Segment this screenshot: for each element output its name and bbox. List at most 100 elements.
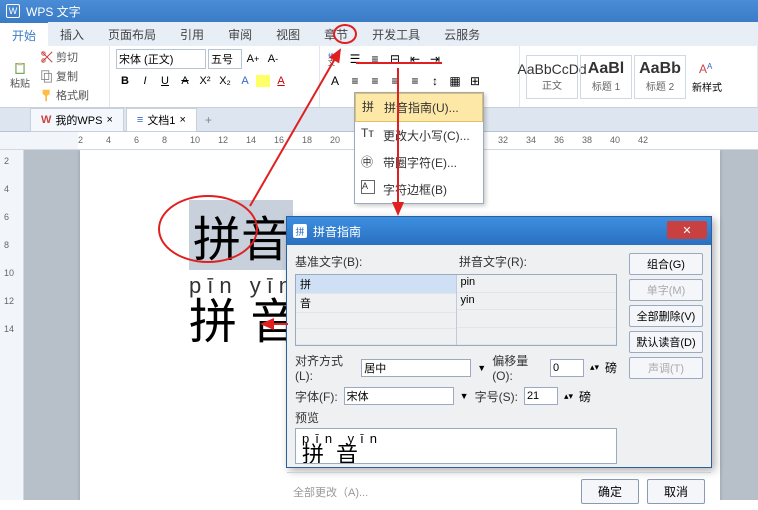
tab-view[interactable]: 视图 bbox=[264, 22, 312, 47]
tab-cloud[interactable]: 云服务 bbox=[432, 22, 492, 47]
close-icon[interactable]: × bbox=[179, 114, 185, 126]
offset-input[interactable] bbox=[550, 359, 584, 377]
table-cell-base[interactable] bbox=[296, 313, 456, 329]
svg-text:A: A bbox=[699, 62, 707, 76]
bold-button[interactable]: B bbox=[116, 72, 134, 90]
pinyin-table[interactable]: 拼 音 pin yin bbox=[295, 274, 617, 346]
menu-char-border[interactable]: A字符边框(B) bbox=[355, 176, 483, 203]
hanzi-line: 拼 音 bbox=[189, 299, 298, 347]
grow-font-button[interactable]: A+ bbox=[244, 50, 262, 68]
menu-change-case[interactable]: Tт更改大小写(C)... bbox=[355, 122, 483, 149]
svg-text:拼: 拼 bbox=[328, 52, 334, 60]
align-label: 对齐方式(L): bbox=[295, 352, 355, 383]
line-spacing-button[interactable]: ↕ bbox=[426, 72, 444, 90]
style-heading1[interactable]: AaBl标题 1 bbox=[580, 55, 632, 99]
dialog-title: 拼音指南 bbox=[313, 223, 361, 240]
underline-button[interactable]: U bbox=[156, 72, 174, 90]
ok-button[interactable]: 确定 bbox=[581, 479, 639, 504]
dialog-close-button[interactable]: ✕ bbox=[667, 221, 707, 239]
strike-button[interactable]: A bbox=[176, 72, 194, 90]
char-border-button[interactable]: A bbox=[326, 72, 344, 90]
tab-start[interactable]: 开始 bbox=[0, 21, 48, 48]
table-cell-pinyin[interactable] bbox=[457, 310, 617, 328]
style-normal[interactable]: AaBbCcDd正文 bbox=[526, 55, 578, 99]
default-reading-button[interactable]: 默认读音(D) bbox=[629, 331, 703, 353]
font-label: 字体(F): bbox=[295, 388, 338, 405]
text-effect-button[interactable]: A bbox=[236, 72, 254, 90]
offset-label: 偏移量(O): bbox=[492, 352, 544, 383]
clipboard-icon bbox=[13, 62, 27, 75]
copy-button[interactable]: 复制 bbox=[38, 67, 91, 85]
tab-chapter[interactable]: 章节 bbox=[312, 22, 360, 47]
table-cell-pinyin[interactable]: yin bbox=[457, 293, 617, 311]
numbering-button[interactable]: ≡ bbox=[366, 50, 384, 68]
case-icon: Tт bbox=[361, 126, 375, 140]
dialog-titlebar[interactable]: 拼 拼音指南 ✕ bbox=[287, 217, 711, 245]
wps-icon: W bbox=[41, 114, 51, 126]
phonetic-dropdown: 拼拼音指南(U)... Tт更改大小写(C)... ㊥带圈字符(E)... A字… bbox=[354, 92, 484, 204]
svg-text:文: 文 bbox=[328, 58, 335, 67]
font-size-select[interactable] bbox=[208, 49, 242, 69]
tab-devtools[interactable]: 开发工具 bbox=[360, 22, 432, 47]
pinyin-guide-dialog: 拼 拼音指南 ✕ 基准文字(B): 拼音文字(R): 拼 音 p bbox=[286, 216, 712, 468]
combine-button[interactable]: 组合(G) bbox=[629, 253, 703, 275]
table-cell-base[interactable]: 拼 bbox=[296, 275, 456, 294]
doc-tab-mywps[interactable]: W我的WPS× bbox=[30, 108, 124, 132]
scissors-icon bbox=[40, 50, 54, 64]
superscript-button[interactable]: X² bbox=[196, 72, 214, 90]
ribbon-font: A+ A- B I U A X² X₂ A A bbox=[110, 46, 320, 107]
fontsize-unit: 磅 bbox=[579, 388, 591, 405]
menu-pinyin-guide[interactable]: 拼拼音指南(U)... bbox=[355, 93, 483, 122]
menu-enclose-char[interactable]: ㊥带圈字符(E)... bbox=[355, 149, 483, 176]
apply-all-button[interactable]: 全部更改（A)... bbox=[293, 484, 368, 500]
clear-all-button[interactable]: 全部删除(V) bbox=[629, 305, 703, 327]
border-icon: A bbox=[361, 180, 375, 194]
menu-tabs: 开始 插入 页面布局 引用 审阅 视图 章节 开发工具 云服务 bbox=[0, 22, 758, 46]
preview-hanzi: 拼音 bbox=[302, 446, 610, 464]
pinyin-guide-button[interactable]: 拼文 bbox=[326, 50, 344, 68]
fontsize-input[interactable] bbox=[524, 387, 558, 405]
tab-review[interactable]: 审阅 bbox=[216, 22, 264, 47]
bullets-button[interactable]: ☰ bbox=[346, 50, 364, 68]
pinyin-output[interactable]: pīn yīn 拼 音 bbox=[189, 273, 298, 347]
decrease-indent-button[interactable]: ⇤ bbox=[406, 50, 424, 68]
table-cell-base[interactable]: 音 bbox=[296, 294, 456, 313]
table-cell-pinyin[interactable]: pin bbox=[457, 275, 617, 293]
font-select[interactable] bbox=[344, 387, 454, 405]
subscript-button[interactable]: X₂ bbox=[216, 72, 234, 90]
shrink-font-button[interactable]: A- bbox=[264, 50, 282, 68]
preview-label: 预览 bbox=[295, 409, 617, 426]
italic-button[interactable]: I bbox=[136, 72, 154, 90]
brush-icon bbox=[40, 88, 54, 102]
align-select[interactable] bbox=[361, 359, 471, 377]
base-text-label: 基准文字(B): bbox=[295, 253, 453, 270]
multilevel-button[interactable]: ⊟ bbox=[386, 50, 404, 68]
justify-button[interactable]: ≡ bbox=[406, 72, 424, 90]
table-cell-pinyin[interactable] bbox=[457, 328, 617, 346]
enclose-icon: ㊥ bbox=[361, 153, 375, 167]
new-style-button[interactable]: AA 新样式 bbox=[688, 55, 726, 98]
tab-reference[interactable]: 引用 bbox=[168, 22, 216, 47]
font-color-button[interactable]: A bbox=[272, 72, 290, 90]
paste-button[interactable]: 粘贴 bbox=[6, 62, 34, 90]
highlight-button[interactable] bbox=[256, 75, 270, 87]
selected-text[interactable]: 拼音 bbox=[189, 200, 293, 270]
align-left-button[interactable]: ≡ bbox=[346, 72, 364, 90]
borders-button[interactable]: ⊞ bbox=[466, 72, 484, 90]
new-tab-button[interactable]: + bbox=[199, 113, 218, 127]
cancel-button[interactable]: 取消 bbox=[647, 479, 705, 504]
table-cell-base[interactable] bbox=[296, 329, 456, 345]
tab-layout[interactable]: 页面布局 bbox=[96, 22, 168, 47]
cut-button[interactable]: 剪切 bbox=[38, 48, 91, 66]
doc-tab-doc1[interactable]: ≡文档1× bbox=[126, 108, 197, 132]
tab-insert[interactable]: 插入 bbox=[48, 22, 96, 47]
style-heading2[interactable]: AaBb标题 2 bbox=[634, 55, 686, 99]
vertical-ruler[interactable]: 2468101214 bbox=[0, 150, 24, 500]
align-right-button[interactable]: ≡ bbox=[386, 72, 404, 90]
font-name-select[interactable] bbox=[116, 49, 206, 69]
increase-indent-button[interactable]: ⇥ bbox=[426, 50, 444, 68]
align-center-button[interactable]: ≡ bbox=[366, 72, 384, 90]
format-painter-button[interactable]: 格式刷 bbox=[38, 86, 91, 104]
close-icon[interactable]: × bbox=[106, 114, 112, 126]
shading-button[interactable]: ▦ bbox=[446, 72, 464, 90]
